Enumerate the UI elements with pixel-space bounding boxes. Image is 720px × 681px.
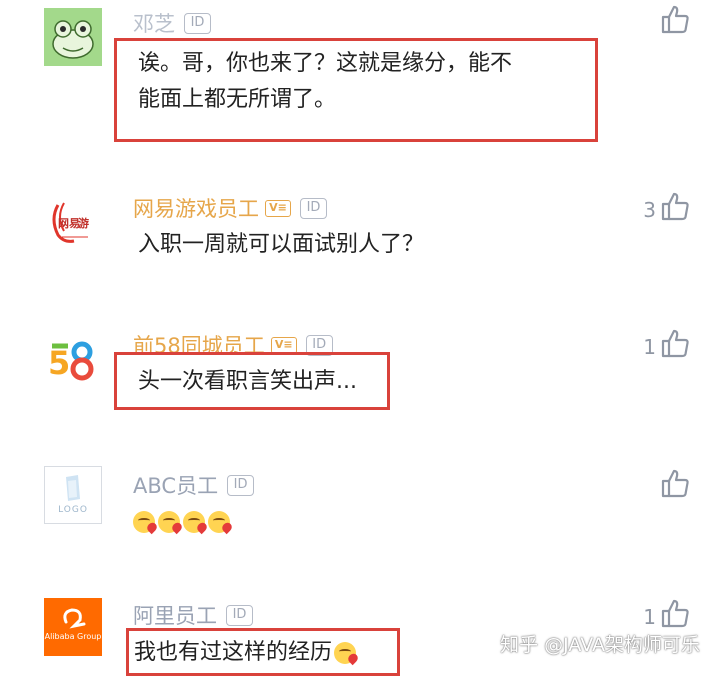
like-count: 3 bbox=[643, 198, 656, 222]
user-name[interactable]: 网易游戏员工 bbox=[133, 193, 259, 223]
avatar[interactable]: 网易 游 bbox=[44, 195, 102, 253]
like-button[interactable]: 1 bbox=[643, 328, 690, 358]
58-logo-icon: 5 bbox=[48, 341, 94, 382]
avatar[interactable]: Alibaba Group bbox=[44, 598, 102, 656]
thumbs-up-icon bbox=[661, 329, 689, 358]
emoji-row bbox=[133, 504, 233, 540]
thumbs-up-icon bbox=[661, 5, 689, 34]
id-badge: ID bbox=[226, 604, 253, 626]
user-info: 阿里员工 ID bbox=[133, 600, 253, 630]
comment-text: 入职一周就可以面试别人了？ bbox=[138, 227, 424, 263]
user-name[interactable]: 邓芝 bbox=[133, 8, 175, 38]
netease-logo-icon: 网易 游 bbox=[52, 202, 89, 243]
comment-text: 头一次看职言笑出声... bbox=[138, 364, 357, 400]
user-name[interactable]: 阿里员工 bbox=[133, 600, 217, 630]
like-count: 1 bbox=[643, 605, 656, 629]
svg-text:网易: 网易 bbox=[58, 217, 80, 230]
logo-placeholder-icon bbox=[66, 475, 80, 501]
emoji-icon bbox=[158, 511, 180, 533]
emoji-icon bbox=[334, 642, 357, 664]
like-count: 1 bbox=[643, 335, 656, 359]
thumbs-up-icon bbox=[661, 192, 689, 221]
comment-text-line: 诶。哥，你也来了？这就是缘分，能不 bbox=[138, 51, 513, 76]
avatar[interactable] bbox=[44, 8, 102, 66]
comment-text: 我也有过这样的经历 bbox=[134, 635, 359, 671]
user-info: 网易游戏员工 V≡ ID bbox=[133, 193, 327, 223]
comment-text-line: 头一次看职言笑出声... bbox=[138, 369, 357, 394]
verified-badge: V≡ bbox=[270, 336, 297, 354]
emoji-icon bbox=[208, 511, 230, 533]
emoji-icon bbox=[183, 511, 205, 533]
frog-avatar-icon bbox=[44, 8, 102, 66]
comment-text-line: 能面上都无所谓了。 bbox=[138, 87, 337, 112]
watermark: 知乎 @JAVA架构师可乐 bbox=[500, 634, 700, 656]
user-info: 邓芝 ID bbox=[133, 8, 211, 38]
id-badge: ID bbox=[184, 12, 211, 34]
comment-text-line: 我也有过这样的经历 bbox=[134, 640, 333, 665]
user-info: ABC员工 ID bbox=[133, 470, 255, 500]
verified-badge: V≡ bbox=[265, 199, 291, 217]
like-button[interactable] bbox=[656, 4, 690, 34]
thumbs-up-icon bbox=[661, 599, 689, 628]
like-button[interactable]: 3 bbox=[643, 191, 690, 221]
avatar-text: LOGO bbox=[58, 505, 88, 515]
svg-text:5: 5 bbox=[48, 344, 70, 382]
like-button[interactable]: 1 bbox=[643, 598, 690, 628]
comment-text: 诶。哥，你也来了？这就是缘分，能不 能面上都无所谓了。 bbox=[138, 46, 512, 118]
svg-text:游: 游 bbox=[78, 216, 89, 230]
thumbs-up-icon bbox=[661, 469, 689, 498]
emoji-icon bbox=[133, 511, 155, 533]
id-badge: ID bbox=[300, 197, 327, 219]
comment-text-line: 入职一周就可以面试别人了？ bbox=[138, 232, 425, 257]
avatar-text: Alibaba Group bbox=[44, 632, 102, 641]
id-badge: ID bbox=[227, 474, 255, 496]
like-button[interactable] bbox=[656, 468, 690, 498]
avatar[interactable]: LOGO bbox=[44, 466, 102, 524]
avatar[interactable]: 5 bbox=[44, 332, 102, 390]
user-name[interactable]: ABC员工 bbox=[133, 470, 218, 500]
